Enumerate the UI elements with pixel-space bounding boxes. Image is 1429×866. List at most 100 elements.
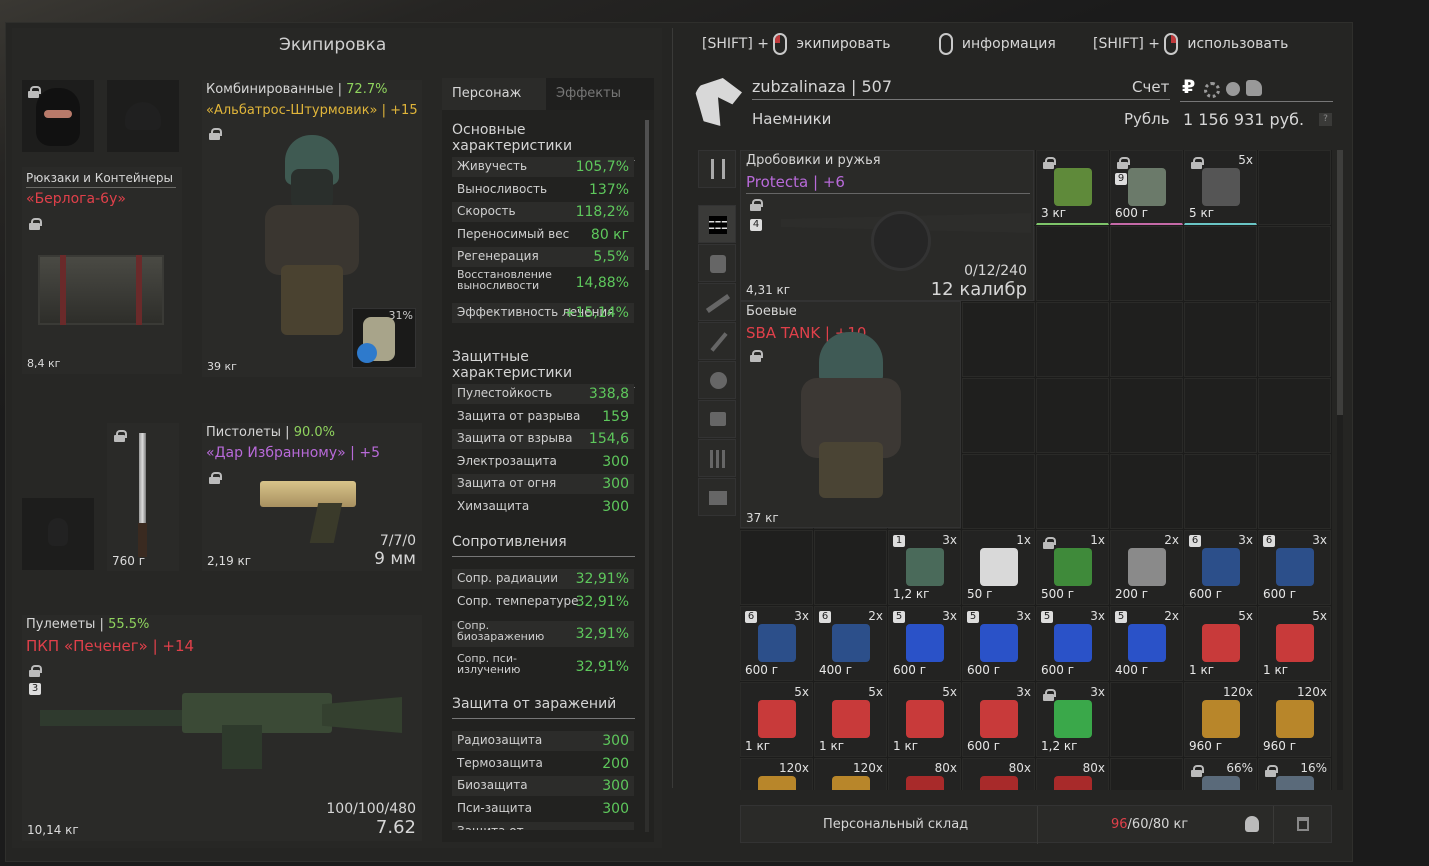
inventory-item[interactable]: 120x 960 г (1258, 682, 1331, 757)
grid-cell[interactable] (1036, 378, 1109, 453)
inventory-item[interactable]: 9 600 г (1110, 150, 1183, 225)
inventory-item[interactable]: 5x 1 кг (888, 682, 961, 757)
inventory-item[interactable]: 120x (814, 758, 887, 790)
plate-slot[interactable]: 31% (352, 308, 416, 368)
armor-filter-icon[interactable] (698, 244, 736, 282)
inventory-item[interactable]: 5x 1 кг (740, 682, 813, 757)
item-count: 2x (1164, 609, 1179, 623)
inventory-item[interactable]: 5 3x 600 г (888, 606, 961, 681)
currency-selector[interactable]: ₽ (1180, 76, 1333, 102)
inventory-item[interactable]: 2x 200 г (1110, 530, 1183, 605)
help-icon[interactable]: ? (1319, 113, 1332, 126)
inventory-item[interactable]: 66% (1184, 758, 1257, 790)
shotgun-item[interactable]: Дробовики и ружья Protecta | +6 4 0/12/2… (740, 150, 1034, 301)
grid-cell[interactable] (1258, 454, 1331, 529)
grid-view-icon[interactable] (698, 205, 736, 243)
medkit-filter-icon[interactable] (698, 400, 736, 438)
inventory-item[interactable]: 80x (1036, 758, 1109, 790)
inventory-item[interactable]: 6 3x 600 г (1258, 530, 1331, 605)
grid-cell[interactable] (1036, 226, 1109, 301)
upgrade-badge: 1 (893, 535, 905, 547)
item-weight: 600 г (893, 663, 927, 677)
armor-slot[interactable]: Комбинированные | 72.7% «Альбатрос-Штурм… (202, 80, 422, 377)
grid-cell[interactable] (1110, 226, 1183, 301)
inventory-item[interactable]: 5x 1 кг (1258, 606, 1331, 681)
grid-cell[interactable] (1258, 302, 1331, 377)
inventory-item[interactable]: 5x 1 кг (1184, 606, 1257, 681)
stat-value: 200 (602, 756, 629, 772)
item-count: 3x (942, 533, 957, 547)
inventory-item[interactable]: 3x 1,2 кг (1036, 682, 1109, 757)
inventory-item[interactable]: 6 3x 600 г (740, 606, 813, 681)
inventory-item[interactable]: 3x 600 г (962, 682, 1035, 757)
grid-cell[interactable] (1184, 378, 1257, 453)
grid-cell[interactable] (1184, 302, 1257, 377)
inventory-item[interactable]: 5 3x 600 г (1036, 606, 1109, 681)
inventory-item[interactable]: 1x 500 г (1036, 530, 1109, 605)
grid-cell[interactable] (962, 378, 1035, 453)
grid-cell[interactable] (1110, 758, 1183, 790)
thumbs-up-icon[interactable] (1246, 80, 1262, 96)
grid-cell[interactable] (962, 302, 1035, 377)
stash-scrollbar[interactable] (1337, 150, 1343, 790)
ammo-filter-icon[interactable] (698, 439, 736, 477)
inventory-item[interactable]: 5x 5 кг (1184, 150, 1257, 225)
inventory-item[interactable]: 16% (1258, 758, 1331, 790)
inventory-item[interactable]: 5x 1 кг (814, 682, 887, 757)
weight-icon[interactable] (1245, 816, 1259, 832)
grid-cell[interactable] (1258, 226, 1331, 301)
stat-row: Сопр. пси-излучению 32,91% (452, 653, 634, 680)
artifact-filter-icon[interactable] (698, 361, 736, 399)
inventory-item[interactable]: 80x (962, 758, 1035, 790)
grid-cell[interactable] (1110, 682, 1183, 757)
helmet-slot[interactable] (107, 80, 179, 152)
grid-cell[interactable] (1258, 150, 1331, 225)
backpack-weight: 8,4 кг (27, 357, 61, 370)
item-weight: 5 кг (1189, 206, 1215, 220)
inventory-item[interactable]: 6 3x 600 г (1184, 530, 1257, 605)
misc-filter-icon[interactable] (698, 478, 736, 516)
inventory-item[interactable]: 120x 960 г (1184, 682, 1257, 757)
grid-cell[interactable] (1036, 302, 1109, 377)
tab-character[interactable]: Персонаж (442, 78, 546, 110)
inventory-item[interactable]: 80x (888, 758, 961, 790)
grid-cell[interactable] (740, 530, 813, 605)
inventory-item[interactable]: 1 3x 1,2 кг (888, 530, 961, 605)
knife-slot[interactable]: 760 г (107, 423, 179, 571)
item-count: 5x (1238, 153, 1253, 167)
mg-slot[interactable]: Пулеметы | 55.5% ПКП «Печенег» | +14 3 1… (22, 615, 422, 841)
gear-icon[interactable] (1204, 82, 1220, 98)
inventory-item[interactable]: 5 3x 600 г (962, 606, 1035, 681)
tab-effects[interactable]: Эффекты (546, 78, 654, 110)
backpack-slot[interactable]: Рюкзаки и Контейнеры «Берлога-6у» 8,4 кг (22, 167, 182, 374)
pistol-slot[interactable]: Пистолеты | 90.0% «Дар Избранному» | +5 … (202, 423, 422, 571)
artifact-slot[interactable] (22, 498, 94, 570)
token-icon[interactable] (1226, 82, 1240, 96)
inventory-item[interactable]: 120x (740, 758, 813, 790)
grid-cell[interactable] (1110, 378, 1183, 453)
trash-icon[interactable] (1297, 817, 1309, 831)
item-icon (1202, 700, 1240, 738)
sba-armor-item[interactable]: Боевые SBA TANK | +10 37 кг (740, 301, 961, 528)
stash-grid[interactable]: 3 кг 9 600 г 5x 5 кг 1 3x 1,2 кг 1x 50 г 1x 500 г 2x… (740, 150, 1332, 790)
grid-cell[interactable] (1258, 378, 1331, 453)
sort-icon[interactable] (698, 150, 736, 188)
stats-scrollbar[interactable] (645, 120, 649, 832)
lock-icon (28, 86, 41, 98)
inventory-item[interactable]: 5 2x 400 г (1110, 606, 1183, 681)
grid-cell[interactable] (1184, 226, 1257, 301)
grid-cell[interactable] (962, 454, 1035, 529)
grid-cell[interactable] (1036, 454, 1109, 529)
weapon-filter-icon[interactable] (698, 283, 736, 321)
melee-filter-icon[interactable] (698, 322, 736, 360)
grid-cell[interactable] (1184, 454, 1257, 529)
inventory-item[interactable]: 3 кг (1036, 150, 1109, 225)
inventory-item[interactable]: 6 2x 400 г (814, 606, 887, 681)
mask-slot[interactable] (22, 80, 94, 152)
item-count: 3x (942, 609, 957, 623)
grid-cell[interactable] (814, 530, 887, 605)
inventory-item[interactable]: 1x 50 г (962, 530, 1035, 605)
item-count: 120x (778, 761, 809, 775)
grid-cell[interactable] (1110, 302, 1183, 377)
grid-cell[interactable] (1110, 454, 1183, 529)
